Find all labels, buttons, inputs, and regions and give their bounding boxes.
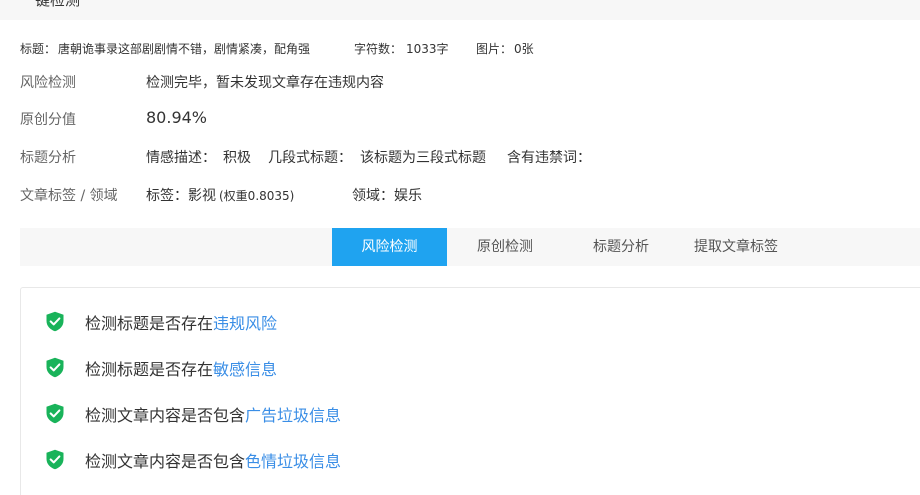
tag-label: 标签：影视 xyxy=(146,188,216,204)
check-prefix: 检测标题是否存在 xyxy=(85,360,214,379)
row-title-analysis: 标题分析 情感描述： 积极 几段式标题： 该标题为三段式标题 含有违禁词： xyxy=(20,147,900,167)
check-prefix: 检测文章内容是否包含 xyxy=(85,452,246,471)
banned-words-label: 含有违禁词： xyxy=(507,150,591,166)
check-text: 检测标题是否存在违规风险 xyxy=(85,310,277,334)
tab-title-analysis[interactable]: 标题分析 xyxy=(571,228,671,266)
domain-label: 领域：娱乐 xyxy=(352,188,422,204)
check-text: 检测文章内容是否包含色情垃圾信息 xyxy=(85,448,341,472)
tag-weight: (权重0.8035) xyxy=(219,189,295,203)
check-prefix: 检测标题是否存在 xyxy=(85,314,214,333)
meta-images-label: 图片： xyxy=(476,42,513,56)
meta-images-value: 0张 xyxy=(514,42,534,56)
check-text: 检测标题是否存在敏感信息 xyxy=(85,356,277,380)
row-risk-value: 检测完毕，暂未发现文章存在违规内容 xyxy=(146,75,384,91)
row-risk-label: 风险检测 xyxy=(20,75,76,91)
row-title-analysis-label: 标题分析 xyxy=(20,150,76,166)
tab-risk-detection[interactable]: 风险检测 xyxy=(332,228,447,266)
row-originality: 原创分值 80.94% xyxy=(20,108,900,129)
tab-originality-detection[interactable]: 原创检测 xyxy=(455,228,555,266)
meta-chars-value: 1033字 xyxy=(406,42,449,56)
shield-check-icon xyxy=(46,311,64,332)
row-tags: 文章标签 / 领域 标签：影视 (权重0.8035) 领域：娱乐 xyxy=(20,185,900,205)
check-text: 检测文章内容是否包含广告垃圾信息 xyxy=(85,402,341,426)
shield-check-icon xyxy=(46,357,64,378)
segments-value: 该标题为三段式标题 xyxy=(360,150,486,166)
meta-title-label: 标题： xyxy=(20,42,57,56)
row-risk: 风险检测 检测完毕，暂未发现文章存在违规内容 xyxy=(20,72,900,92)
check-link[interactable]: 违规风险 xyxy=(213,314,277,333)
tab-extract-tags[interactable]: 提取文章标签 xyxy=(684,228,788,266)
meta-title-value: 唐朝诡事录这部剧剧情不错，剧情紧凑，配角强 xyxy=(58,42,311,56)
originality-score: 80.94% xyxy=(146,108,208,127)
segments-label: 几段式标题： xyxy=(268,150,352,166)
shield-check-icon xyxy=(46,449,64,470)
page-title: 一键检测 xyxy=(20,0,81,9)
check-link[interactable]: 广告垃圾信息 xyxy=(245,406,341,425)
sentiment-label: 情感描述： xyxy=(146,150,216,166)
check-link[interactable]: 色情垃圾信息 xyxy=(245,452,341,471)
check-link[interactable]: 敏感信息 xyxy=(213,360,277,379)
row-tags-label: 文章标签 / 领域 xyxy=(20,188,118,204)
tab-bar: 风险检测 原创检测 标题分析 提取文章标签 xyxy=(20,228,920,266)
shield-check-icon xyxy=(46,403,64,424)
check-prefix: 检测文章内容是否包含 xyxy=(85,406,246,425)
meta-chars-label: 字符数： xyxy=(354,42,403,56)
sentiment-value: 积极 xyxy=(223,150,251,166)
row-originality-label: 原创分值 xyxy=(20,112,76,128)
top-header-band: 一键检测 xyxy=(0,0,920,20)
risk-check-panel: 检测标题是否存在违规风险 检测标题是否存在敏感信息 检测文章内容是否包含广告垃圾… xyxy=(20,287,920,495)
